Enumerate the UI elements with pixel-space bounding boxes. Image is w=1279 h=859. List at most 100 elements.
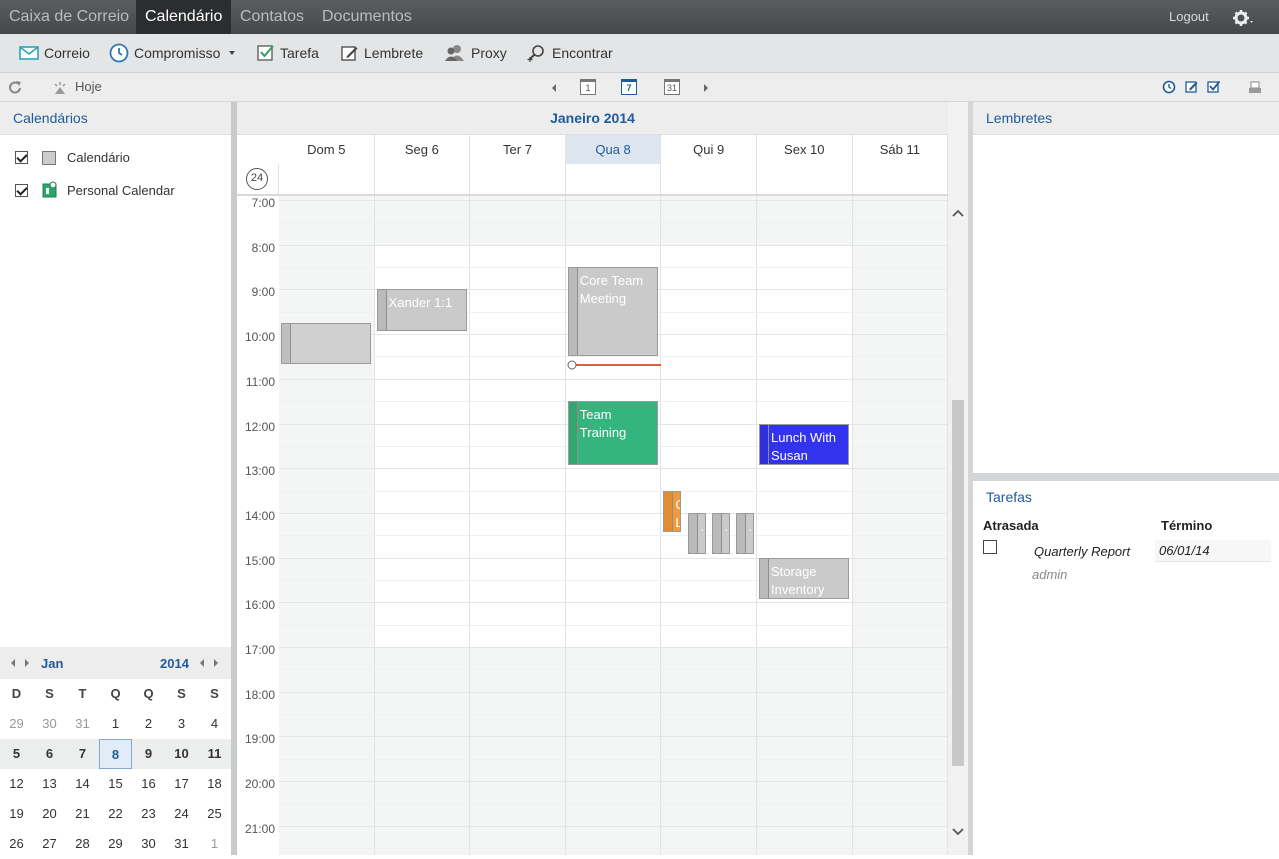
mini-calendar-day[interactable]: 21 <box>66 799 99 829</box>
calendar-event[interactable] <box>281 322 371 365</box>
scroll-up-icon[interactable] <box>952 208 964 218</box>
mini-calendar-day[interactable]: 31 <box>66 709 99 739</box>
next-month-icon[interactable] <box>24 659 30 667</box>
mini-calendar-day[interactable]: 4 <box>198 709 231 739</box>
day-column[interactable] <box>470 195 566 855</box>
tasks-column-overdue[interactable]: Atrasada <box>983 518 1039 533</box>
prev-year-icon[interactable] <box>199 659 205 667</box>
prev-week-icon[interactable] <box>550 83 558 93</box>
day-header[interactable]: Sáb 11 <box>853 135 949 164</box>
mini-calendar-day[interactable]: 16 <box>132 769 165 799</box>
print-icon[interactable] <box>1248 81 1262 95</box>
nav-tab-contacts[interactable]: Contatos <box>231 0 313 34</box>
new-mail-button[interactable]: Correio <box>19 34 90 72</box>
day-header[interactable]: Seg 6 <box>375 135 471 164</box>
hour-label: 14:00 <box>244 508 275 523</box>
mini-calendar-day[interactable]: 9 <box>132 739 165 769</box>
nav-tab-calendar[interactable]: Calendário <box>136 0 232 34</box>
mini-calendar-day[interactable]: 1 <box>99 709 132 739</box>
tasks-column-due[interactable]: Término <box>1161 518 1212 533</box>
mini-calendar-day[interactable]: 5 <box>0 739 33 769</box>
mini-calendar-day[interactable]: 8 <box>99 739 132 769</box>
day-column[interactable] <box>852 195 948 855</box>
calendar-checkbox[interactable] <box>15 183 28 197</box>
proxy-button[interactable]: Proxy <box>444 34 507 72</box>
calendar-event[interactable]: C L <box>663 490 682 532</box>
new-appointment-button[interactable]: Compromisso <box>109 34 243 72</box>
mini-calendar-day[interactable]: 25 <box>198 799 231 829</box>
mini-calendar-day[interactable]: 12 <box>0 769 33 799</box>
task-checkbox-icon[interactable] <box>1207 80 1221 94</box>
today-button[interactable]: Hoje <box>75 79 102 94</box>
week-number-badge: 24 <box>246 168 268 190</box>
new-task-button[interactable]: Tarefa <box>257 34 319 72</box>
mini-calendar-day[interactable]: 19 <box>0 799 33 829</box>
calendar-event[interactable]: Core Team Meeting <box>567 267 658 357</box>
task-row[interactable]: Quarterly Report 06/01/14 admin <box>973 538 1273 584</box>
day-header[interactable]: Dom 5 <box>279 135 375 164</box>
clock-icon[interactable] <box>1162 80 1176 94</box>
day-header[interactable]: Qui 9 <box>661 135 757 164</box>
mini-calendar-day[interactable]: 2 <box>132 709 165 739</box>
mini-calendar-day[interactable]: 14 <box>66 769 99 799</box>
chevron-down-icon[interactable] <box>224 48 238 58</box>
calendar-item-personal[interactable]: Personal Calendar <box>15 181 175 199</box>
scroll-down-icon[interactable] <box>952 827 964 837</box>
mini-calendar-day[interactable]: 24 <box>165 799 198 829</box>
mini-calendar-day[interactable]: 6 <box>33 739 66 769</box>
nav-tab-mailbox[interactable]: Caixa de Correio <box>0 0 138 34</box>
next-week-icon[interactable] <box>702 83 710 93</box>
calendar-event[interactable]: Team Training <box>567 401 658 465</box>
mini-calendar-day[interactable]: 17 <box>165 769 198 799</box>
find-label: Encontrar <box>552 45 613 61</box>
mini-calendar-day[interactable]: 18 <box>198 769 231 799</box>
day-column[interactable] <box>279 195 375 855</box>
gear-icon[interactable] <box>1232 9 1256 27</box>
day-view-button[interactable]: 1 <box>580 79 596 95</box>
mini-calendar-day[interactable]: 29 <box>0 709 33 739</box>
half-hour-line <box>279 535 948 537</box>
calendar-item-default[interactable]: Calendário <box>15 150 130 165</box>
mini-calendar-day[interactable]: 11 <box>198 739 231 769</box>
calendar-scrollbar[interactable] <box>948 102 968 855</box>
day-header[interactable]: Qua 8 <box>565 135 662 164</box>
month-view-button[interactable]: 31 <box>664 79 680 95</box>
logout-link[interactable]: Logout <box>1169 0 1209 34</box>
mini-calendar-day[interactable]: 23 <box>132 799 165 829</box>
scrollbar-thumb[interactable] <box>952 400 964 766</box>
mini-calendar-month[interactable]: Jan <box>41 656 63 671</box>
nav-tab-documents[interactable]: Documentos <box>313 0 421 34</box>
prev-month-icon[interactable] <box>10 659 16 667</box>
day-header[interactable]: Ter 7 <box>470 135 566 164</box>
calendar-event[interactable]: Xander 1:1 <box>376 289 467 331</box>
mini-calendar-day[interactable]: 20 <box>33 799 66 829</box>
reminders-tasks-splitter[interactable] <box>973 473 1279 481</box>
all-day-row[interactable]: 24 <box>237 164 949 195</box>
time-grid[interactable]: 7:00 8:00 9:00 10:00 11:00 12:00 13:00 14:00 15:… <box>237 195 948 855</box>
mini-calendar-year[interactable]: 2014 <box>160 656 189 671</box>
mini-calendar-day[interactable]: 7 <box>66 739 99 769</box>
calendar-event[interactable]: .. <box>736 512 755 554</box>
calendar-event[interactable]: Lunch With Susan <box>759 423 849 465</box>
mini-calendar-day[interactable]: 3 <box>165 709 198 739</box>
calendar-event[interactable]: Storage Inventory <box>759 557 849 599</box>
mini-calendar-day[interactable]: 13 <box>33 769 66 799</box>
task-complete-checkbox[interactable] <box>983 540 997 554</box>
refresh-icon[interactable] <box>6 79 24 97</box>
hour-label: 15:00 <box>244 553 275 568</box>
mini-calendar-day[interactable]: 10 <box>165 739 198 769</box>
mini-calendar-day[interactable]: 15 <box>99 769 132 799</box>
day-header[interactable]: Sex 10 <box>757 135 853 164</box>
mini-calendar-day[interactable]: 22 <box>99 799 132 829</box>
next-year-icon[interactable] <box>213 659 219 667</box>
mini-calendar-day[interactable]: 30 <box>33 709 66 739</box>
find-button[interactable]: Encontrar <box>527 34 613 72</box>
calendar-checkbox[interactable] <box>15 151 28 164</box>
pencil-note-icon[interactable] <box>1185 80 1199 94</box>
week-view-button[interactable]: 7 <box>621 79 637 95</box>
side-panel: Lembretes Tarefas Atrasada Término Quart… <box>973 102 1279 855</box>
calendar-event[interactable]: .. <box>688 512 707 554</box>
calendar-event[interactable]: .. <box>712 512 731 554</box>
day-column[interactable] <box>757 195 853 855</box>
new-reminder-button[interactable]: Lembrete <box>341 34 423 72</box>
